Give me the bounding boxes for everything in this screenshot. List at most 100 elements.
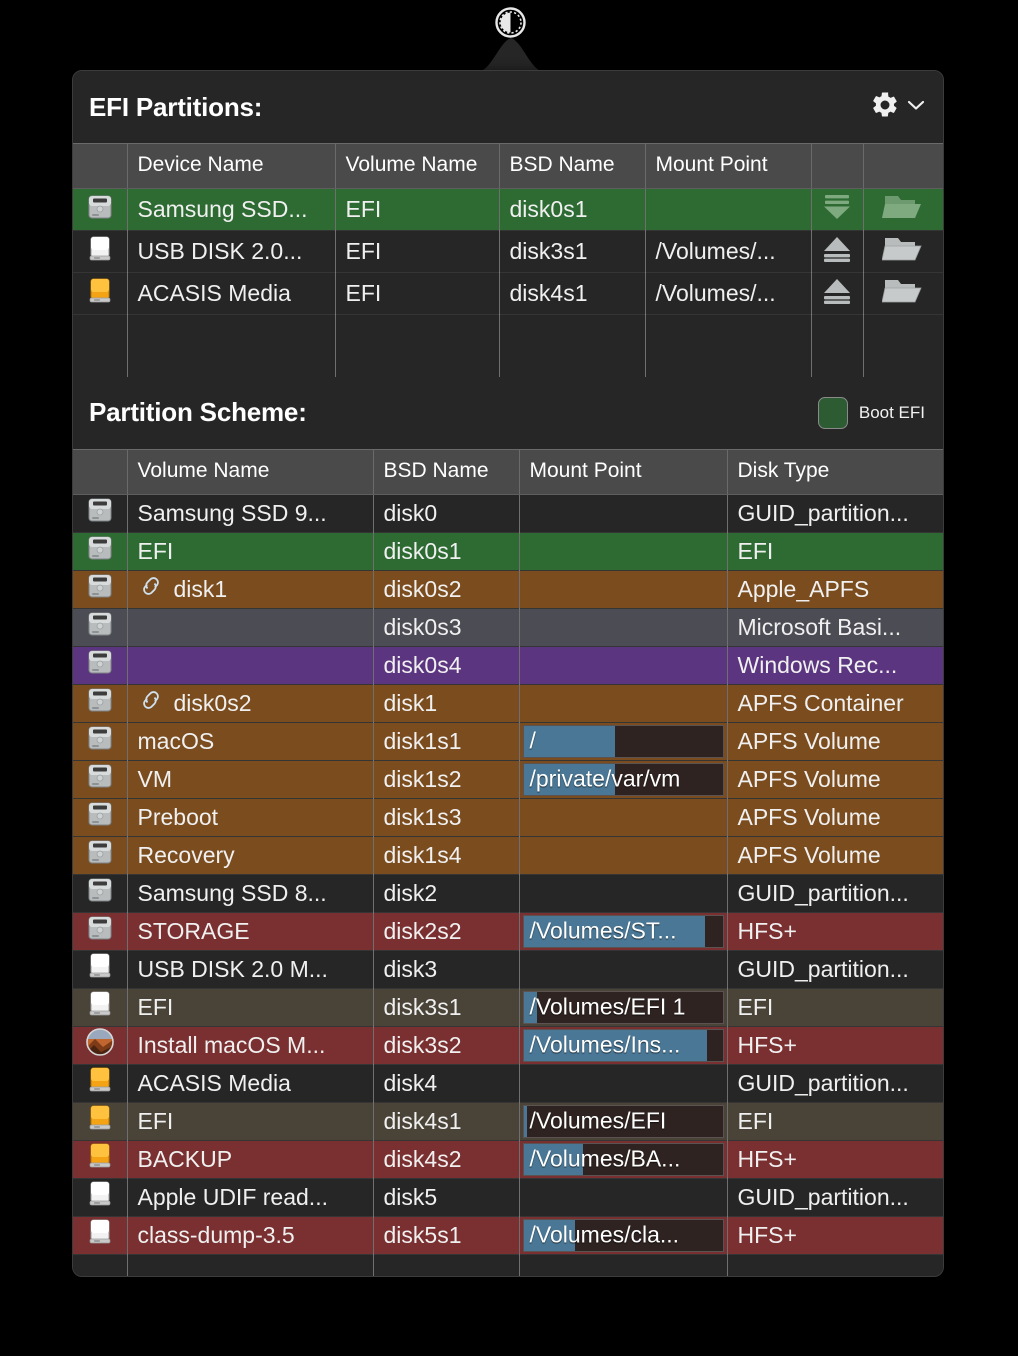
scheme-row-bsd-name: disk5 [373, 1178, 520, 1217]
scheme-row-mount-point: /Volumes/cla... [529, 1221, 680, 1248]
efi-row-mount-point: /Volumes/... [645, 272, 812, 315]
scheme-row-bsd-name: disk5s1 [373, 1216, 520, 1255]
efi-col-icon[interactable] [73, 143, 128, 189]
efi-row-open-folder-icon[interactable] [863, 230, 943, 273]
efi-table-header-row: Device Name Volume Name BSD Name Mount P… [73, 143, 943, 189]
scheme-table-row[interactable]: USB DISK 2.0 M... disk3 GUID_partition... [73, 950, 943, 989]
efi-row-bsd-name: disk4s1 [499, 272, 646, 315]
scheme-row-mount-point-bar[interactable]: /Volumes/ST... [519, 912, 728, 951]
scheme-table-row[interactable]: Samsung SSD 8... disk2 GUID_partition... [73, 874, 943, 913]
scheme-row-mount-point-bar[interactable]: / [519, 722, 728, 761]
scheme-row-mount-point [519, 1178, 728, 1217]
scheme-row-bsd-name: disk1 [373, 684, 520, 723]
scheme-row-volume-name: ACASIS Media [137, 1069, 291, 1096]
scheme-col-disk-type[interactable]: Disk Type [727, 448, 943, 495]
disk-pie-icon[interactable] [493, 5, 528, 40]
scheme-row-mount-point [519, 532, 728, 571]
scheme-row-mount-point-bar[interactable]: /Volumes/cla... [519, 1216, 728, 1255]
efi-col-reveal[interactable] [863, 143, 943, 189]
scheme-row-volume-name-cell [127, 608, 374, 647]
efi-row-drive-icon [73, 230, 128, 273]
scheme-table-row[interactable]: STORAGE disk2s2 /Volumes/ST... HFS+ [73, 912, 943, 951]
efi-row-bsd-name: disk3s1 [499, 230, 646, 273]
efi-table-row[interactable]: ACASIS Media EFI disk4s1/Volumes/... [73, 272, 943, 315]
efi-col-volume-name[interactable]: Volume Name [335, 143, 500, 189]
efi-col-bsd-name[interactable]: BSD Name [499, 143, 646, 189]
scheme-row-disk-type: Windows Rec... [727, 646, 943, 685]
scheme-col-bsd-name[interactable]: BSD Name [373, 448, 520, 495]
scheme-row-bsd-name: disk1s3 [373, 798, 520, 837]
scheme-row-disk-type: GUID_partition... [727, 1064, 943, 1103]
scheme-row-volume-name-cell: Preboot [127, 798, 374, 837]
scheme-table-row[interactable]: Install macOS M... disk3s2 /Volumes/Ins..… [73, 1026, 943, 1065]
scheme-row-mount-point-bar[interactable]: /Volumes/EFI [519, 1102, 728, 1141]
efi-row-mount-down-triangle-icon[interactable] [811, 188, 864, 231]
scheme-row-mount-point: /Volumes/BA... [529, 1145, 681, 1172]
efi-row-open-folder-icon[interactable] [863, 272, 943, 315]
scheme-table-row[interactable]: VM disk1s2 /private/var/vm APFS Volume [73, 760, 943, 799]
scheme-table-row[interactable]: Apple UDIF read... disk5 GUID_partition... [73, 1178, 943, 1217]
scheme-table-row[interactable]: BACKUP disk4s2 /Volumes/BA... HFS+ [73, 1140, 943, 1179]
efi-col-device-name[interactable]: Device Name [127, 143, 336, 189]
scheme-row-drive-icon [73, 950, 128, 989]
settings-menu-button[interactable] [870, 90, 925, 125]
scheme-row-mount-point: /Volumes/EFI [529, 1107, 667, 1134]
efi-col-mount-point[interactable]: Mount Point [645, 143, 812, 189]
scheme-row-mount-point-bar[interactable]: /Volumes/BA... [519, 1140, 728, 1179]
scheme-table-row[interactable]: macOS disk1s1 / APFS Volume [73, 722, 943, 761]
scheme-row-volume-name: EFI [137, 537, 174, 564]
scheme-row-disk-type: EFI [727, 532, 943, 571]
scheme-row-mount-point-bar[interactable]: /Volumes/Ins... [519, 1026, 728, 1065]
scheme-table-row[interactable]: class-dump-3.5 disk5s1 /Volumes/cla... HF… [73, 1216, 943, 1255]
scheme-row-mount-point [519, 570, 728, 609]
efi-row-device-name: USB DISK 2.0... [127, 230, 336, 273]
scheme-row-mount-point [519, 1064, 728, 1103]
scheme-row-bsd-name: disk4s2 [373, 1140, 520, 1179]
scheme-col-mount-point[interactable]: Mount Point [519, 448, 728, 495]
scheme-table-row[interactable]: disk0s3 Microsoft Basi... [73, 608, 943, 647]
scheme-table-row[interactable]: disk0s2 disk1 APFS Container [73, 684, 943, 723]
scheme-row-mount-point [519, 836, 728, 875]
scheme-row-drive-icon [73, 798, 128, 837]
scheme-table-row[interactable]: ACASIS Media disk4 GUID_partition... [73, 1064, 943, 1103]
scheme-row-drive-icon [73, 608, 128, 647]
scheme-row-drive-icon [73, 570, 128, 609]
scheme-row-volume-name-cell: Apple UDIF read... [127, 1178, 374, 1217]
efi-table-row[interactable]: USB DISK 2.0... EFI disk3s1/Volumes/... [73, 230, 943, 273]
scheme-row-mount-point-bar[interactable]: /Volumes/EFI 1 [519, 988, 728, 1027]
scheme-row-bsd-name: disk0 [373, 494, 520, 533]
scheme-row-volume-name-cell: disk0s2 [127, 684, 374, 723]
scheme-row-drive-icon [73, 836, 128, 875]
scheme-row-disk-type: APFS Volume [727, 836, 943, 875]
scheme-row-mount-point-bar[interactable]: /private/var/vm [519, 760, 728, 799]
scheme-col-volume-name[interactable]: Volume Name [127, 448, 374, 495]
efi-row-mount-point: /Volumes/... [645, 230, 812, 273]
scheme-table-row[interactable]: disk0s4 Windows Rec... [73, 646, 943, 685]
scheme-row-bsd-name: disk0s1 [373, 532, 520, 571]
scheme-row-volume-name-cell: class-dump-3.5 [127, 1216, 374, 1255]
efi-table-filler-row [73, 314, 943, 377]
scheme-col-icon[interactable] [73, 448, 128, 495]
efi-partitions-header: EFI Partitions: [73, 71, 943, 143]
scheme-table-row[interactable]: EFI disk3s1 /Volumes/EFI 1 EFI [73, 988, 943, 1027]
scheme-table-row[interactable]: EFI disk0s1 EFI [73, 532, 943, 571]
scheme-row-volume-name: Samsung SSD 8... [137, 879, 327, 906]
scheme-table-row[interactable]: Samsung SSD 9... disk0 GUID_partition... [73, 494, 943, 533]
scheme-table-row[interactable]: Preboot disk1s3 APFS Volume [73, 798, 943, 837]
scheme-row-bsd-name: disk1s1 [373, 722, 520, 761]
scheme-table-row[interactable]: EFI disk4s1 /Volumes/EFI EFI [73, 1102, 943, 1141]
scheme-row-drive-icon [73, 1102, 128, 1141]
scheme-row-volume-name-cell: Samsung SSD 8... [127, 874, 374, 913]
efi-row-device-name: ACASIS Media [127, 272, 336, 315]
efi-col-action[interactable] [811, 143, 864, 189]
scheme-row-disk-type: GUID_partition... [727, 494, 943, 533]
efi-row-eject-icon[interactable] [811, 272, 864, 315]
efi-table-row[interactable]: Samsung SSD... EFI disk0s1 [73, 188, 943, 231]
scheme-row-bsd-name: disk0s4 [373, 646, 520, 685]
scheme-row-drive-icon [73, 646, 128, 685]
scheme-table-row[interactable]: Recovery disk1s4 APFS Volume [73, 836, 943, 875]
efi-row-open-folder-icon[interactable] [863, 188, 943, 231]
scheme-table-row[interactable]: disk1 disk0s2 Apple_APFS [73, 570, 943, 609]
link-icon [138, 689, 164, 717]
efi-row-eject-icon[interactable] [811, 230, 864, 273]
